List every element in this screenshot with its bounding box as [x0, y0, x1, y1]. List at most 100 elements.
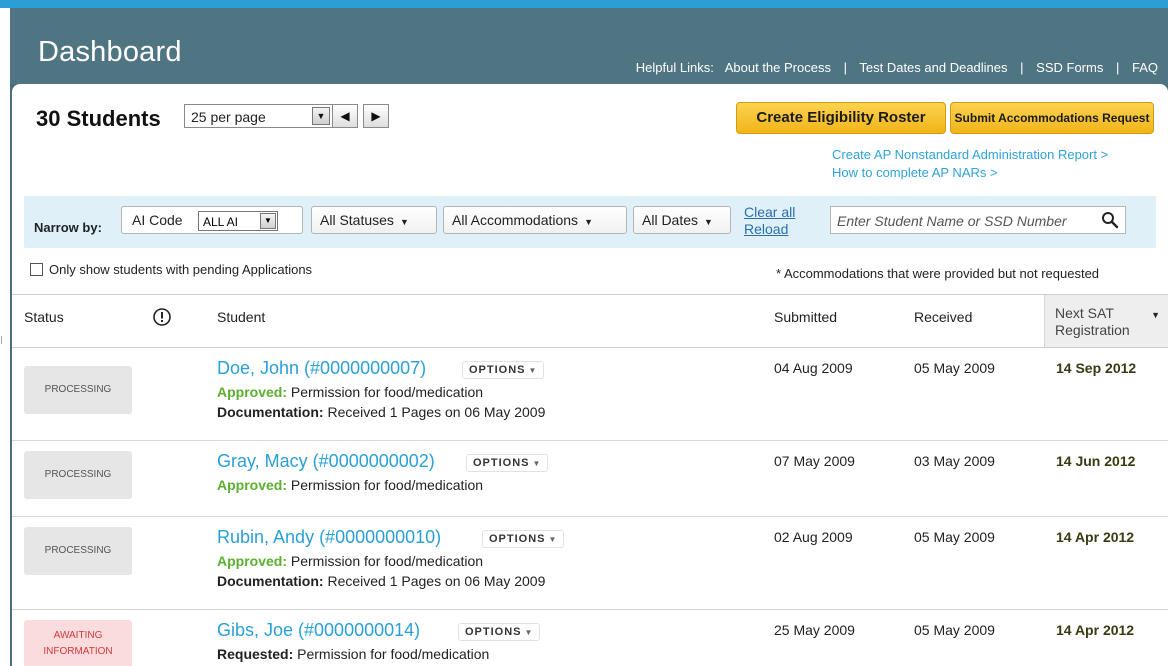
- reload-link[interactable]: Reload: [744, 221, 795, 238]
- received-date: 05 May 2009: [914, 360, 995, 376]
- test-dates-link[interactable]: Test Dates and Deadlines: [859, 60, 1007, 75]
- student-count: 30 Students: [36, 106, 161, 131]
- status-badge: PROCESSING: [24, 527, 132, 575]
- decision-label: Approved:: [217, 384, 287, 400]
- decision-text: Permission for food/medication: [287, 553, 484, 569]
- dashboard-header: Dashboard Helpful Links: About the Proce…: [10, 8, 1168, 84]
- chevron-down-icon: ▼: [399, 217, 409, 227]
- table-row[interactable]: PROCESSING Gray, Macy (#0000000002) OPTI…: [12, 441, 1168, 517]
- status-badge: PROCESSING: [24, 366, 132, 414]
- decision-line: Approved: Permission for food/medication: [217, 477, 483, 493]
- previous-page-button[interactable]: ◀: [332, 104, 358, 128]
- next-sat-header-line2: Registration: [1055, 322, 1130, 338]
- link-separator: |: [1115, 60, 1120, 75]
- decision-text: Permission for food/medication: [287, 384, 484, 400]
- options-button[interactable]: OPTIONS ▼: [466, 454, 549, 472]
- page-title: Dashboard: [38, 36, 182, 68]
- search-placeholder: Enter Student Name or SSD Number: [837, 213, 1067, 229]
- about-process-link[interactable]: About the Process: [725, 60, 831, 75]
- decision-line: Approved: Permission for food/medication: [217, 384, 483, 400]
- ai-code-filter[interactable]: AI Code ALL AI ▼: [121, 206, 303, 234]
- table-row[interactable]: AWAITING INFORMATION Gibs, Joe (#0000000…: [12, 610, 1168, 666]
- link-separator: |: [1020, 60, 1024, 75]
- submitted-date: 07 May 2009: [774, 453, 855, 469]
- ai-code-label: AI Code: [132, 212, 183, 228]
- dates-filter-dropdown[interactable]: All Dates ▼: [633, 206, 731, 234]
- status-badge-line1: AWAITING: [53, 630, 103, 641]
- main-panel: 30 Students 25 per page ▼ ◀ ▶ Create Eli…: [12, 84, 1168, 666]
- table-row[interactable]: PROCESSING Rubin, Andy (#0000000010) OPT…: [12, 517, 1168, 610]
- student-name-link[interactable]: Gray, Macy (#0000000002): [217, 451, 435, 472]
- documentation-text: Received 1 Pages on 06 May 2009: [323, 404, 546, 420]
- received-date: 03 May 2009: [914, 453, 995, 469]
- documentation-label: Documentation:: [217, 573, 324, 589]
- options-button[interactable]: OPTIONS ▼: [458, 623, 541, 641]
- decision-text: Permission for food/medication: [293, 646, 490, 662]
- documentation-label: Documentation:: [217, 404, 324, 420]
- submit-accommodations-request-button[interactable]: Submit Accommodations Request: [950, 102, 1154, 134]
- narrow-by-label: Narrow by:: [34, 220, 102, 235]
- faq-link[interactable]: FAQ: [1132, 60, 1158, 75]
- options-button[interactable]: OPTIONS ▼: [482, 530, 565, 548]
- status-badge-line2: INFORMATION: [43, 646, 113, 657]
- decision-line: Approved: Permission for food/medication: [217, 553, 483, 569]
- how-to-ap-nars-link[interactable]: How to complete AP NARs >: [832, 164, 1108, 182]
- next-sat-date: 14 Sep 2012: [1056, 360, 1137, 376]
- edge-marker: [1, 336, 2, 344]
- submitted-column-header[interactable]: Submitted: [774, 309, 837, 325]
- options-label: OPTIONS: [465, 626, 522, 638]
- decision-label: Requested:: [217, 646, 294, 662]
- pending-checkbox[interactable]: [30, 263, 43, 276]
- dropdown-arrow-icon: ▼: [312, 107, 330, 125]
- link-separator: |: [843, 60, 847, 75]
- student-name-link[interactable]: Gibs, Joe (#0000000014): [217, 620, 420, 641]
- status-badge: PROCESSING: [24, 451, 132, 499]
- received-date: 05 May 2009: [914, 529, 995, 545]
- next-sat-date: 14 Apr 2012: [1056, 622, 1135, 638]
- status-filter-dropdown[interactable]: All Statuses ▼: [311, 206, 437, 234]
- per-page-value: 25 per page: [191, 109, 266, 125]
- options-label: OPTIONS: [473, 457, 530, 469]
- decision-line: Requested: Permission for food/medicatio…: [217, 646, 489, 662]
- next-sat-column-header[interactable]: Next SAT Registration ▼: [1044, 295, 1168, 347]
- table-header: Status Student Submitted Received Next S…: [12, 294, 1168, 348]
- documentation-line: Documentation: Received 1 Pages on 06 Ma…: [217, 573, 545, 589]
- chevron-down-icon: ▼: [524, 628, 534, 637]
- decision-text: Permission for food/medication: [287, 477, 484, 493]
- status-filter-value: All Statuses: [320, 212, 394, 228]
- ai-code-select[interactable]: ALL AI ▼: [198, 211, 278, 231]
- ap-links: Create AP Nonstandard Administration Rep…: [832, 146, 1108, 182]
- create-eligibility-roster-button[interactable]: Create Eligibility Roster: [736, 102, 946, 134]
- per-page-select[interactable]: 25 per page ▼: [184, 104, 334, 128]
- alert-icon: [153, 308, 171, 326]
- received-column-header[interactable]: Received: [914, 309, 972, 325]
- next-page-button[interactable]: ▶: [363, 104, 389, 128]
- chevron-down-icon: ▼: [548, 535, 558, 544]
- options-label: OPTIONS: [469, 364, 526, 376]
- dates-filter-value: All Dates: [642, 212, 699, 228]
- helpful-links: Helpful Links: About the Process | Test …: [636, 60, 1158, 75]
- options-button[interactable]: OPTIONS ▼: [462, 361, 545, 379]
- ai-code-value: ALL AI: [203, 215, 238, 229]
- chevron-down-icon: ▼: [528, 366, 538, 375]
- decision-label: Approved:: [217, 477, 287, 493]
- search-icon[interactable]: [1101, 211, 1119, 229]
- filter-bar: Narrow by: AI Code ALL AI ▼ All Statuses…: [24, 196, 1156, 248]
- student-name-link[interactable]: Doe, John (#0000000007): [217, 358, 426, 379]
- chevron-down-icon: ▼: [532, 459, 542, 468]
- pending-applications-filter[interactable]: Only show students with pending Applicat…: [30, 262, 312, 277]
- student-name-link[interactable]: Rubin, Andy (#0000000010): [217, 527, 441, 548]
- status-column-header[interactable]: Status: [24, 309, 64, 325]
- options-label: OPTIONS: [489, 533, 546, 545]
- received-date: 05 May 2009: [914, 622, 995, 638]
- create-ap-report-link[interactable]: Create AP Nonstandard Administration Rep…: [832, 146, 1108, 164]
- student-column-header[interactable]: Student: [217, 309, 265, 325]
- accommodations-filter-dropdown[interactable]: All Accommodations ▼: [443, 206, 627, 234]
- student-search-input[interactable]: Enter Student Name or SSD Number: [830, 206, 1126, 234]
- ssd-forms-link[interactable]: SSD Forms: [1036, 60, 1103, 75]
- chevron-down-icon: ▼: [704, 217, 713, 227]
- table-row[interactable]: PROCESSING Doe, John (#0000000007) OPTIO…: [12, 348, 1168, 441]
- clear-all-link[interactable]: Clear all: [744, 204, 795, 221]
- status-badge: AWAITING INFORMATION: [24, 620, 132, 666]
- next-sat-date: 14 Jun 2012: [1056, 453, 1136, 469]
